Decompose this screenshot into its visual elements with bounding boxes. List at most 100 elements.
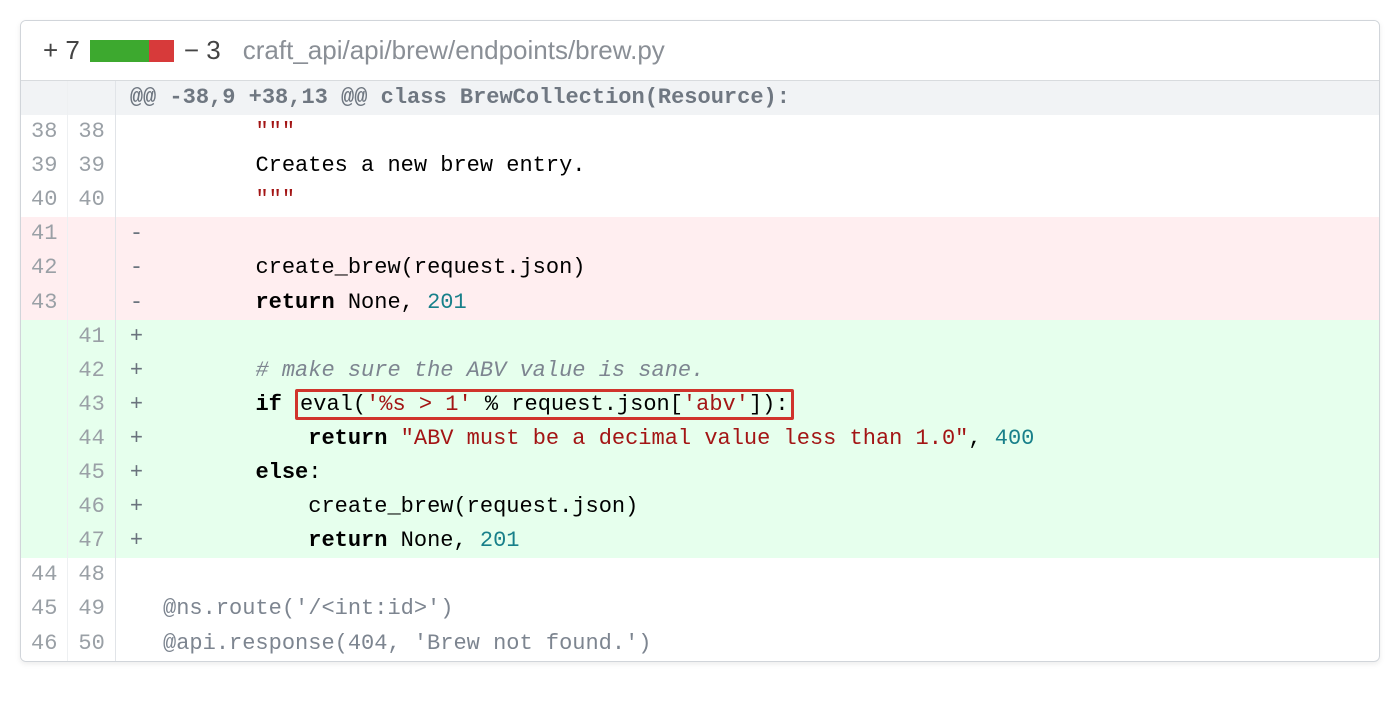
diff-row: 4650 @api.response(404, 'Brew not found.… [21, 627, 1379, 661]
line-number-new[interactable]: 40 [68, 183, 115, 217]
diff-sign: - [130, 251, 150, 285]
code-token: return [308, 528, 387, 553]
code-line[interactable]: """ [115, 115, 1379, 149]
diff-row: 4549 @ns.route('/<int:id>') [21, 592, 1379, 626]
diff-row: 43 - return None, 201 [21, 286, 1379, 320]
code-line[interactable]: - return None, 201 [115, 286, 1379, 320]
additions-count: + 7 [43, 35, 80, 66]
line-number-old[interactable]: 38 [21, 115, 68, 149]
code-token: '%s > 1' [366, 392, 472, 417]
line-number-new[interactable]: 50 [68, 627, 115, 661]
line-number-old[interactable]: 40 [21, 183, 68, 217]
code-token: 201 [480, 528, 520, 553]
code-line[interactable]: + create_brew(request.json) [115, 490, 1379, 524]
line-number-old [21, 81, 68, 115]
line-number-old[interactable] [21, 354, 68, 388]
diff-header: + 7 − 3 craft_api/api/brew/endpoints/bre… [21, 21, 1379, 81]
code-line[interactable] [115, 558, 1379, 592]
code-token: create_brew(request.json) [308, 494, 638, 519]
line-number-new [68, 81, 115, 115]
diff-row: 4040 """ [21, 183, 1379, 217]
code-line[interactable]: + [115, 320, 1379, 354]
line-number-new[interactable] [68, 251, 115, 285]
code-line[interactable]: + else: [115, 456, 1379, 490]
diff-sign [130, 115, 150, 149]
line-number-old[interactable] [21, 422, 68, 456]
code-token: "ABV must be a decimal value less than 1… [401, 426, 969, 451]
code-token: None, [335, 290, 427, 315]
line-number-old[interactable]: 46 [21, 627, 68, 661]
code-token: 'abv' [683, 392, 749, 417]
line-number-new[interactable]: 38 [68, 115, 115, 149]
code-token: 400 [995, 426, 1035, 451]
code-line[interactable]: + # make sure the ABV value is sane. [115, 354, 1379, 388]
diffstat-red [149, 40, 174, 62]
code-line[interactable]: + return None, 201 [115, 524, 1379, 558]
line-number-new[interactable]: 42 [68, 354, 115, 388]
code-token: eval( [300, 392, 366, 417]
line-number-old[interactable] [21, 490, 68, 524]
line-number-old[interactable]: 45 [21, 592, 68, 626]
code-line[interactable]: @ns.route('/<int:id>') [115, 592, 1379, 626]
line-number-old[interactable] [21, 524, 68, 558]
code-token: 201 [427, 290, 467, 315]
line-number-new[interactable]: 44 [68, 422, 115, 456]
hunk-header-row: @@ -38,9 +38,13 @@ class BrewCollection(… [21, 81, 1379, 115]
diff-row: 41 - [21, 217, 1379, 251]
diff-table: @@ -38,9 +38,13 @@ class BrewCollection(… [21, 81, 1379, 661]
code-token: """ [255, 119, 295, 144]
diff-row: 44+ return "ABV must be a decimal value … [21, 422, 1379, 456]
diff-sign: + [130, 490, 150, 524]
code-line[interactable]: + if eval('%s > 1' % request.json['abv']… [115, 388, 1379, 422]
line-number-old[interactable]: 41 [21, 217, 68, 251]
code-highlight: eval('%s > 1' % request.json['abv']): [295, 389, 794, 420]
line-number-old[interactable]: 44 [21, 558, 68, 592]
code-line[interactable]: @api.response(404, 'Brew not found.') [115, 627, 1379, 661]
diff-sign: + [130, 524, 150, 558]
code-line[interactable]: - create_brew(request.json) [115, 251, 1379, 285]
diff-row: 41 + [21, 320, 1379, 354]
code-token: @ns.route('/<int:id>') [163, 596, 453, 621]
line-number-new[interactable]: 39 [68, 149, 115, 183]
line-number-old[interactable]: 39 [21, 149, 68, 183]
code-line[interactable]: - [115, 217, 1379, 251]
diff-sign: + [130, 422, 150, 456]
code-token: Creates a new brew entry. [255, 153, 585, 178]
line-number-new[interactable]: 41 [68, 320, 115, 354]
diff-sign: + [130, 320, 150, 354]
line-number-new[interactable]: 45 [68, 456, 115, 490]
diff-sign [130, 558, 150, 592]
diffstat-bar [90, 40, 174, 62]
code-line[interactable]: + return "ABV must be a decimal value le… [115, 422, 1379, 456]
code-token [387, 426, 400, 451]
line-number-new[interactable] [68, 286, 115, 320]
code-line[interactable]: Creates a new brew entry. [115, 149, 1379, 183]
line-number-new[interactable]: 46 [68, 490, 115, 524]
code-token: return [255, 290, 334, 315]
file-path[interactable]: craft_api/api/brew/endpoints/brew.py [243, 35, 665, 66]
code-line[interactable]: """ [115, 183, 1379, 217]
line-number-new[interactable] [68, 217, 115, 251]
line-number-new[interactable]: 47 [68, 524, 115, 558]
diffstat-green [90, 40, 149, 62]
code-token: return [308, 426, 387, 451]
diff-row: 43+ if eval('%s > 1' % request.json['abv… [21, 388, 1379, 422]
diff-sign [130, 627, 150, 661]
diff-file-container: + 7 − 3 craft_api/api/brew/endpoints/bre… [20, 20, 1380, 662]
line-number-old[interactable] [21, 456, 68, 490]
diff-sign: + [130, 456, 150, 490]
line-number-new[interactable]: 48 [68, 558, 115, 592]
line-number-old[interactable] [21, 388, 68, 422]
diff-row: 3838 """ [21, 115, 1379, 149]
line-number-old[interactable]: 43 [21, 286, 68, 320]
line-number-new[interactable]: 43 [68, 388, 115, 422]
line-number-old[interactable]: 42 [21, 251, 68, 285]
code-token: if [255, 392, 281, 417]
deletions-count: − 3 [184, 35, 221, 66]
code-token: create_brew(request.json) [255, 255, 585, 280]
line-number-new[interactable]: 49 [68, 592, 115, 626]
line-number-old[interactable] [21, 320, 68, 354]
diff-row: 47+ return None, 201 [21, 524, 1379, 558]
code-token: ]): [749, 392, 789, 417]
diff-sign [130, 149, 150, 183]
